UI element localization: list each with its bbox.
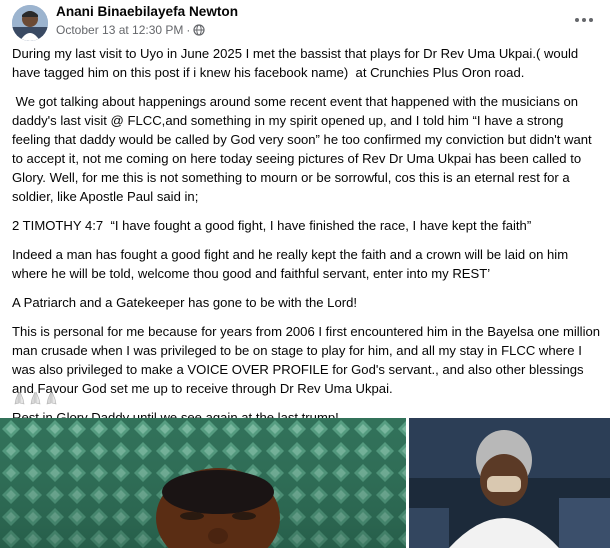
post-paragraph: A Patriarch and a Gatekeeper has gone to… xyxy=(12,295,358,310)
post-card: Anani Binaebilayefa Newton October 13 at… xyxy=(0,0,610,548)
photo-1-image xyxy=(0,418,406,548)
globe-icon xyxy=(193,24,206,36)
photo-grid xyxy=(0,418,610,548)
post-timestamp[interactable]: October 13 at 12:30 PM xyxy=(56,23,183,37)
more-options-icon xyxy=(575,18,593,22)
post-paragraph: This is personal for me because for year… xyxy=(12,324,604,396)
post-text: During my last visit to Uyo in June 2025… xyxy=(12,44,604,437)
author-name[interactable]: Anani Binaebilayefa Newton xyxy=(56,4,238,19)
praying-hands-emoji xyxy=(30,391,41,405)
photo-2-image xyxy=(409,418,610,548)
emoji-row xyxy=(12,391,59,406)
post-paragraph: 2 TIMOTHY 4:7 “I have fought a good figh… xyxy=(12,218,532,233)
post-paragraph: Indeed a man has fought a good fight and… xyxy=(12,247,572,281)
praying-hands-emoji xyxy=(46,391,57,405)
more-options-button[interactable] xyxy=(570,8,598,32)
post-header: Anani Binaebilayefa Newton October 13 at… xyxy=(0,0,610,44)
post-meta: October 13 at 12:30 PM · xyxy=(56,23,206,37)
post-paragraph: We got talking about happenings around s… xyxy=(12,94,596,204)
praying-hands-emoji xyxy=(14,391,25,405)
post-paragraph: During my last visit to Uyo in June 2025… xyxy=(12,46,582,80)
photo-2[interactable] xyxy=(409,418,610,548)
photo-1[interactable] xyxy=(0,418,406,548)
avatar-image xyxy=(12,5,48,41)
avatar[interactable] xyxy=(12,5,48,41)
